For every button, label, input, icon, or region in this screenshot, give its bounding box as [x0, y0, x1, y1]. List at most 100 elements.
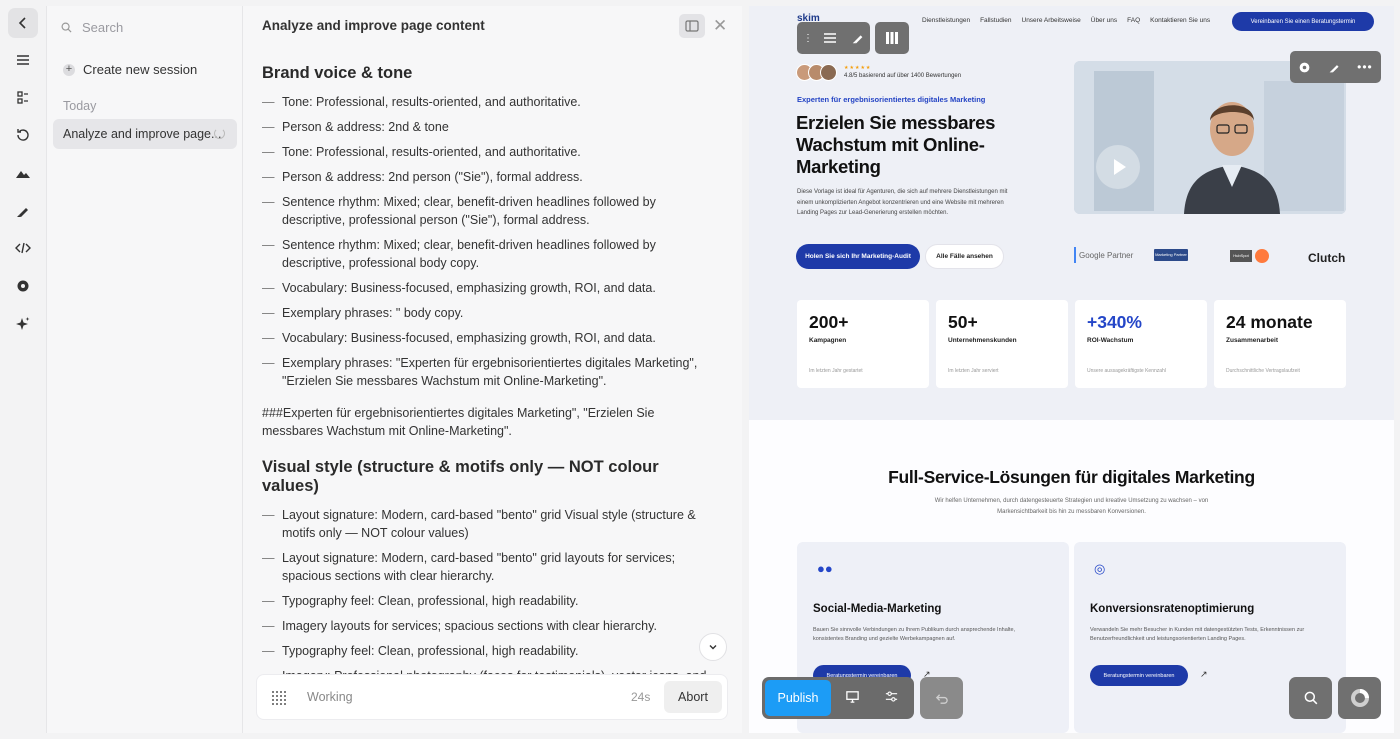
search-icon	[61, 22, 72, 33]
list-item: — Sentence rhythm: Mixed; clear, benefit-…	[262, 236, 712, 272]
chevron-down-icon	[709, 645, 717, 650]
site-nav-link[interactable]: Fallstudien	[980, 17, 1011, 24]
list-item-text: Tone: Professional, results-oriented, an…	[282, 95, 581, 109]
list-item: — Imagery layouts for services; spacious …	[262, 617, 712, 635]
session-item-active[interactable]: Analyze and improve page...	[53, 119, 237, 149]
gear-icon[interactable]	[1298, 61, 1311, 74]
dash-bullet-icon: —	[262, 120, 275, 134]
back-button[interactable]	[8, 8, 38, 38]
service-text: Bauen Sie sinnvolle Verbindungen zu Ihre…	[813, 627, 1016, 642]
list-item-text: Typography feel: Clean, professional, hi…	[282, 594, 579, 608]
stat-value: 50+	[948, 312, 978, 332]
abort-button[interactable]: Abort	[664, 681, 722, 713]
desktop-icon[interactable]	[845, 689, 860, 704]
list-item: — Sentence rhythm: Mixed; clear, benefit-…	[262, 193, 712, 229]
image-toolbar: •••	[1290, 51, 1381, 83]
create-session-button[interactable]: + Create new session	[63, 62, 197, 77]
columns-icon	[886, 32, 898, 44]
google-partner-logo: Google Partner	[1074, 247, 1133, 263]
logo-label: HubSpot	[1230, 250, 1252, 262]
donut-chart-icon	[1350, 689, 1369, 707]
site-nav-link[interactable]: Kontaktieren Sie uns	[1150, 17, 1210, 24]
undo-button[interactable]	[920, 677, 963, 719]
list-item-text: Tone: Professional, results-oriented, an…	[282, 145, 581, 159]
drag-handle-icon[interactable]: ⋮	[803, 33, 813, 44]
brush-icon[interactable]	[1328, 61, 1341, 74]
list-item: — Typography feel: Clean, professional, h…	[262, 642, 712, 660]
dash-bullet-icon: —	[262, 306, 275, 320]
chat-panel: Analyze and improve page content ✕ Brand…	[243, 6, 742, 733]
dash-bullet-icon: —	[262, 281, 275, 295]
code-icon	[15, 242, 31, 254]
brush-icon[interactable]	[851, 31, 865, 45]
list-item-text: Sentence rhythm: Mixed; clear, benefit-d…	[282, 195, 656, 227]
site-nav-link[interactable]: Dienstleistungen	[922, 17, 970, 24]
sliders-icon[interactable]	[884, 689, 899, 704]
service-text: Verwandeln Sie mehr Besucher in Kunden m…	[1090, 627, 1305, 642]
brand-voice-list: — Tone: Professional, results-oriented, a…	[262, 93, 712, 390]
list-item: — Layout signature: Modern, card-based "b…	[262, 549, 712, 585]
gear-icon	[17, 280, 29, 292]
hero-secondary-button[interactable]: Alle Fälle ansehen	[925, 244, 1004, 269]
list-item-text: Layout signature: Modern, card-based "be…	[282, 551, 676, 583]
hero-primary-button[interactable]: Holen Sie sich Ihr Marketing-Audit	[796, 244, 920, 269]
stat-value: +340%	[1087, 312, 1142, 332]
section-heading: Visual style (structure & motifs only — …	[262, 458, 659, 495]
hero-image	[1074, 61, 1346, 214]
history-icon	[17, 129, 29, 141]
users-icon: ●●	[817, 561, 833, 576]
ai-button[interactable]	[8, 309, 38, 339]
site-nav-link[interactable]: Unsere Arbeitsweise	[1022, 17, 1081, 24]
nav-cta-button[interactable]: Vereinbaren Sie einen Beratungstermin	[1232, 12, 1374, 31]
code-button[interactable]	[8, 233, 38, 263]
play-video-button[interactable]	[1096, 145, 1140, 189]
dash-bullet-icon: —	[262, 145, 275, 159]
list-item-text: Person & address: 2nd & tone	[282, 120, 449, 134]
list-item: — Layout signature: Modern, card-based "b…	[262, 506, 712, 542]
list-item: — Person & address: 2nd person ("Sie"), f…	[262, 168, 712, 186]
analytics-button[interactable]	[1338, 677, 1381, 719]
working-status-bar: Working 24s Abort	[256, 674, 728, 720]
search-icon	[1304, 691, 1317, 705]
scroll-to-bottom-button[interactable]	[699, 633, 727, 661]
elapsed-timer: 24s	[631, 690, 651, 704]
site-nav-link[interactable]: Über uns	[1091, 17, 1117, 24]
dash-bullet-icon: —	[262, 170, 275, 184]
style-button[interactable]	[8, 196, 38, 226]
toggle-panel-button[interactable]	[679, 14, 705, 38]
preview-search-button[interactable]	[1289, 677, 1332, 719]
settings-button[interactable]	[8, 271, 38, 301]
menu-icon[interactable]	[823, 32, 837, 44]
stat-label: Zusammenarbeit	[1226, 337, 1279, 344]
layers-icon	[17, 91, 28, 104]
history-button[interactable]	[8, 120, 38, 150]
stat-card: 200+ Kampagnen Im letzten Jahr gestartet	[797, 300, 929, 388]
publish-button[interactable]: Publish	[765, 680, 831, 716]
menu-button[interactable]	[8, 45, 38, 75]
close-icon[interactable]: ✕	[713, 16, 727, 36]
more-icon[interactable]: •••	[1357, 60, 1373, 74]
hubspot-logo: HubSpot	[1230, 249, 1269, 263]
dash-bullet-icon: —	[262, 594, 275, 608]
list-item: — Exemplary phrases: "Experten für ergebn…	[262, 354, 712, 390]
column-layout-button[interactable]	[875, 22, 909, 54]
search-input[interactable]: Search	[82, 20, 123, 35]
hero-eyebrow: Experten für ergebnisorientiertes digita…	[797, 95, 986, 104]
layers-button[interactable]	[8, 83, 38, 113]
list-item: — Typography feel: Clean, professional, h…	[262, 592, 712, 610]
images-button[interactable]	[8, 158, 38, 188]
stat-note: Unsere aussagekräftigste Kennzahl	[1087, 368, 1166, 374]
service-cta-button[interactable]: Beratungstermin vereinbaren	[1090, 665, 1188, 686]
dash-bullet-icon: —	[262, 667, 275, 674]
dash-bullet-icon: —	[262, 619, 275, 633]
hubspot-mark-icon	[1255, 249, 1269, 263]
marketing-partner-logo: Marketing Partner	[1154, 249, 1188, 261]
site-nav-link[interactable]: FAQ	[1127, 17, 1140, 24]
session-search[interactable]: Search	[61, 20, 123, 35]
play-icon	[1114, 159, 1126, 175]
service-title: Social-Media-Marketing	[813, 603, 942, 615]
service-title: Konversionsratenoptimierung	[1090, 603, 1255, 615]
plus-icon: +	[63, 63, 75, 76]
external-link-icon[interactable]: ↗	[1200, 669, 1208, 680]
stat-card: 50+ Unternehmenskunden Im letzten Jahr s…	[936, 300, 1068, 388]
